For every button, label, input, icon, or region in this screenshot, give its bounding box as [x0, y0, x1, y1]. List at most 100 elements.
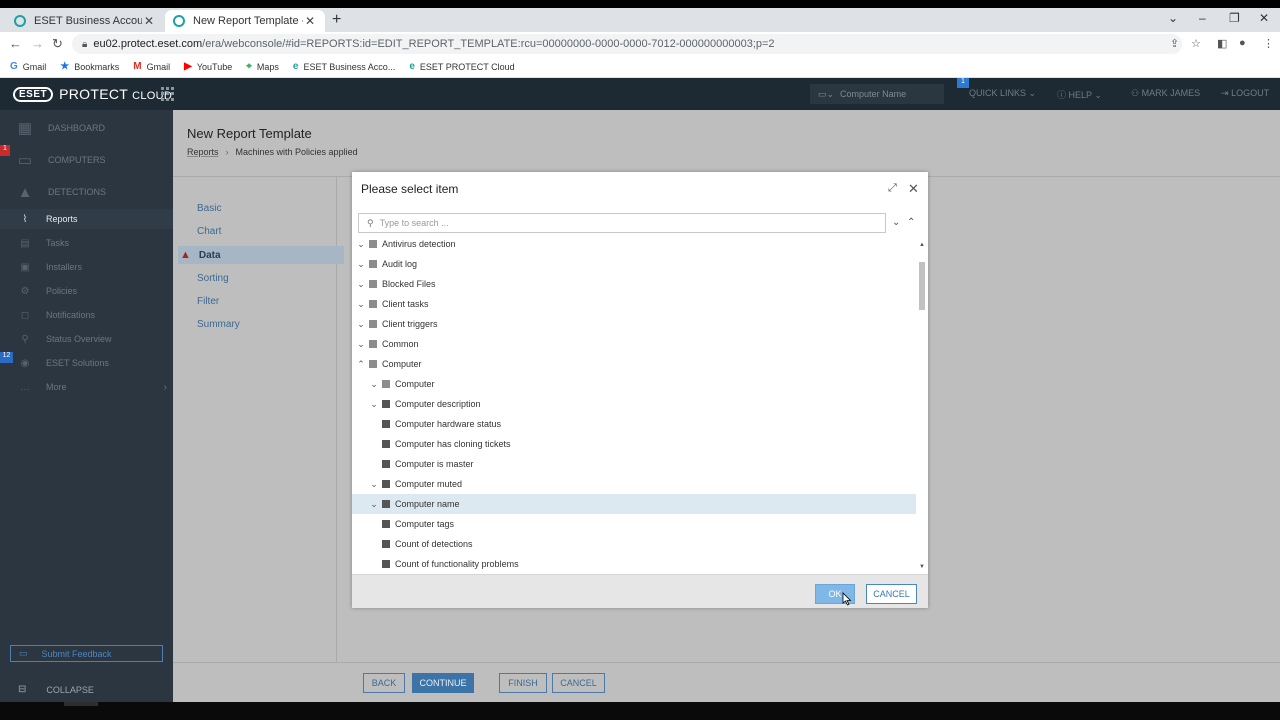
sidebar-item-status-overview[interactable]: ⚲ Status Overview: [0, 329, 173, 349]
sidebar-item-notifications[interactable]: ◻ Notifications: [0, 305, 173, 325]
share-icon[interactable]: ⇪: [1170, 37, 1179, 50]
chevron-down-icon[interactable]: ⌄: [356, 240, 366, 250]
bookmark-star-icon[interactable]: ☆: [1191, 37, 1201, 50]
side-panel-icon[interactable]: ◧: [1217, 37, 1227, 50]
chevron-up-icon[interactable]: ⌃: [356, 359, 366, 370]
tree-row[interactable]: ⌄Computer hardware status: [352, 414, 916, 434]
tree-row[interactable]: ⌄Computer tags: [352, 514, 916, 534]
chevron-down-icon[interactable]: ⌄: [369, 379, 379, 390]
chevron-down-icon[interactable]: ⌄: [356, 339, 366, 350]
new-tab-button[interactable]: +: [332, 11, 341, 29]
chevron-down-icon[interactable]: ⌄: [356, 279, 366, 290]
tree-row[interactable]: ⌄ Audit log: [352, 254, 916, 274]
tree-row[interactable]: ⌄ Client triggers: [352, 314, 916, 334]
tree-row[interactable]: ⌄ Computer name: [352, 494, 916, 514]
bookmark-icon: ⌖: [246, 61, 252, 72]
user-menu[interactable]: ⚇ MARK JAMES: [1131, 88, 1200, 99]
item-type-icon: [382, 500, 390, 508]
step-filter[interactable]: Filter: [197, 296, 219, 307]
back-button[interactable]: BACK: [363, 673, 405, 693]
tree-row[interactable]: ⌄ Antivirus detection: [352, 240, 916, 254]
bookmark-item[interactable]: e ESET PROTECT Cloud: [409, 61, 514, 72]
computer-name-search[interactable]: ▭⌄ Computer Name: [810, 84, 944, 104]
tree-row[interactable]: ⌄Count of functionality problems: [352, 554, 916, 574]
scrollbar-thumb[interactable]: [919, 262, 925, 310]
tree-scrollbar[interactable]: ▲ ▼: [918, 240, 926, 574]
scroll-down-icon[interactable]: ▼: [918, 564, 926, 570]
bookmark-item[interactable]: ★ Bookmarks: [60, 61, 119, 72]
tree-row[interactable]: ⌄ Computer description: [352, 394, 916, 414]
chevron-down-icon[interactable]: ⌄: [369, 399, 379, 410]
tab-search-dropdown-icon[interactable]: ⌄: [1168, 11, 1178, 25]
minimize-icon[interactable]: –: [1199, 11, 1206, 25]
tree-row[interactable]: ⌄Computer is master: [352, 454, 916, 474]
step-summary[interactable]: Summary: [197, 319, 240, 330]
tree-row[interactable]: ⌄Computer has cloning tickets: [352, 434, 916, 454]
bookmark-item[interactable]: ⌖ Maps: [246, 61, 279, 72]
collapse-all-icon[interactable]: ⌃: [907, 217, 915, 228]
bookmark-item[interactable]: M Gmail: [133, 61, 170, 72]
step-chart[interactable]: Chart: [197, 226, 221, 237]
maximize-icon[interactable]: ⤢: [888, 182, 897, 195]
tab-close-icon[interactable]: ✕: [142, 14, 156, 28]
sidebar-item-policies[interactable]: ⚙ Policies: [0, 281, 173, 301]
chevron-down-icon[interactable]: ⌄: [356, 259, 366, 270]
sidebar-item-more[interactable]: … More ›: [0, 377, 173, 397]
sidebar-item-detections[interactable]: ▲ DETECTIONS: [0, 181, 173, 203]
sidebar-item-label: More: [46, 382, 67, 392]
tasks-icon: ▤: [20, 237, 30, 249]
back-arrow-icon[interactable]: ←: [9, 36, 22, 51]
submit-feedback-button[interactable]: ▭ Submit Feedback: [10, 645, 163, 662]
expand-all-icon[interactable]: ⌄: [892, 217, 900, 228]
finish-button[interactable]: FINISH: [499, 673, 547, 693]
tree-row[interactable]: ⌄ Common: [352, 334, 916, 354]
chevron-down-icon[interactable]: ⌄: [356, 319, 366, 330]
bookmark-label: Gmail: [146, 61, 171, 72]
tab-close-icon[interactable]: ✕: [303, 14, 317, 28]
step-basic[interactable]: Basic: [197, 203, 221, 214]
bookmark-item[interactable]: e ESET Business Acco...: [293, 61, 395, 72]
user-icon: ⚇: [1131, 88, 1140, 98]
bookmark-item[interactable]: ▶ YouTube: [184, 61, 232, 72]
sidebar-item-installers[interactable]: ▣ Installers: [0, 257, 173, 277]
sidebar-item-reports[interactable]: ⌇ Reports: [0, 209, 173, 229]
scroll-up-icon[interactable]: ▲: [918, 242, 926, 248]
collapse-sidebar-button[interactable]: ⊟ COLLAPSE: [18, 684, 94, 695]
app-grid-icon[interactable]: [161, 87, 175, 101]
window-close-icon[interactable]: ✕: [1259, 11, 1269, 25]
tree-row[interactable]: ⌄ Computer: [352, 374, 916, 394]
step-data[interactable]: ▲ Data: [178, 246, 344, 264]
chevron-down-icon[interactable]: ⌄: [356, 299, 366, 310]
browser-tab-eset-business-account[interactable]: ESET Business Account ✕: [6, 10, 164, 32]
forward-arrow-icon[interactable]: →: [31, 36, 44, 51]
sidebar-item-dashboard[interactable]: ▦ DASHBOARD: [0, 117, 173, 139]
installers-icon: ▣: [20, 261, 30, 273]
help-menu[interactable]: ⓘ HELP ⌄: [1057, 88, 1102, 101]
url-input[interactable]: 🔒︎ eu02.protect.eset.com/era/webconsole/…: [72, 34, 1182, 54]
dialog-cancel-button[interactable]: CANCEL: [866, 584, 917, 604]
sidebar-item-eset-solutions[interactable]: ◉ ESET Solutions: [0, 353, 173, 373]
tree-row[interactable]: ⌄ Blocked Files: [352, 274, 916, 294]
tree-row[interactable]: ⌄ Client tasks: [352, 294, 916, 314]
reload-icon[interactable]: ↻: [52, 36, 63, 52]
tree-row[interactable]: ⌃ Computer: [352, 354, 916, 374]
logout-button[interactable]: ⇥ LOGOUT: [1221, 88, 1269, 99]
bookmark-item[interactable]: G Gmail: [10, 61, 46, 72]
close-icon[interactable]: ✕: [908, 181, 919, 197]
search-input[interactable]: ⚲ Type to search ...: [358, 213, 886, 233]
chevron-down-icon[interactable]: ⌄: [369, 499, 379, 510]
restore-icon[interactable]: ❐: [1229, 11, 1240, 25]
tree-row[interactable]: ⌄ Computer muted: [352, 474, 916, 494]
continue-button[interactable]: CONTINUE: [412, 673, 474, 693]
step-sorting[interactable]: Sorting: [197, 273, 229, 284]
quick-links-menu[interactable]: QUICK LINKS ⌄: [969, 88, 1036, 99]
sidebar-item-tasks[interactable]: ▤ Tasks: [0, 233, 173, 253]
browser-menu-icon[interactable]: ⋮: [1263, 37, 1274, 50]
footer-cancel-button[interactable]: CANCEL: [552, 673, 605, 693]
profile-avatar-icon[interactable]: ●: [1239, 37, 1246, 49]
breadcrumb-reports-link[interactable]: Reports: [187, 147, 219, 157]
sidebar-item-computers[interactable]: ▭ COMPUTERS: [0, 149, 173, 171]
tree-row[interactable]: ⌄Count of detections: [352, 534, 916, 554]
browser-tab-new-report-template[interactable]: New Report Template - ESET PRO ✕: [165, 10, 325, 32]
chevron-down-icon[interactable]: ⌄: [369, 479, 379, 490]
